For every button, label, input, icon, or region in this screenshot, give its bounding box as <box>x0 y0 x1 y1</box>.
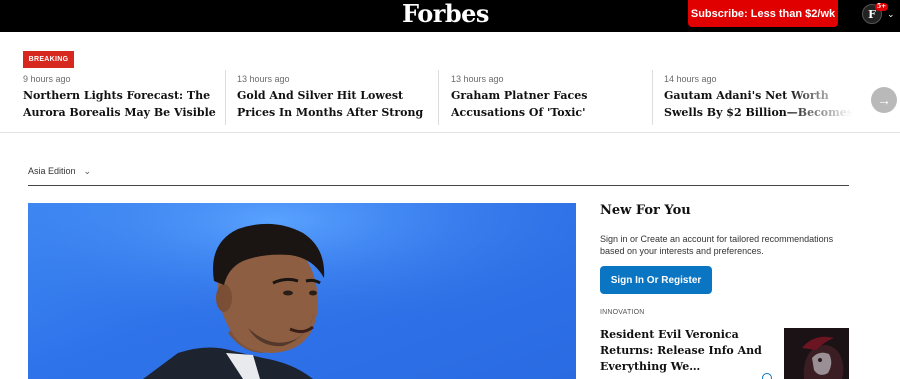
ticker-time: 13 hours ago <box>237 74 290 84</box>
ticker-divider <box>225 70 226 125</box>
ticker-fade <box>785 70 865 125</box>
ticker-item[interactable]: 13 hours ago Graham Platner Faces Accusa… <box>451 73 651 121</box>
ticker-divider <box>438 70 439 125</box>
story-thumbnail[interactable] <box>784 328 849 379</box>
ticker-divider <box>652 70 653 125</box>
rail-title: New For You <box>600 203 691 218</box>
sign-in-register-button[interactable]: Sign In Or Register <box>600 266 712 294</box>
ticker-item[interactable]: 9 hours ago Northern Lights Forecast: Th… <box>23 73 223 121</box>
edition-selector[interactable]: Asia Edition ⌄ <box>28 164 91 178</box>
story-headline[interactable]: Resident Evil Veronica Returns: Release … <box>600 327 775 375</box>
story-thumbnail-illustration <box>784 328 849 379</box>
notification-badge: 5+ <box>875 3 889 11</box>
arrow-right-icon: → <box>877 92 891 108</box>
chevron-down-icon: ⌄ <box>83 165 92 176</box>
top-navigation-bar: Forbes Subscribe: Less than $2/wk F 5+ ⌄ <box>0 0 900 32</box>
ticker-headline[interactable]: Gold And Silver Hit Lowest Prices In Mon… <box>237 87 437 121</box>
breaking-badge: BREAKING <box>23 51 74 68</box>
ticker-headline[interactable]: Northern Lights Forecast: The Aurora Bor… <box>23 87 223 121</box>
hero-image[interactable] <box>28 203 576 379</box>
user-menu[interactable]: F 5+ ⌄ <box>862 3 898 25</box>
bookmark-icon[interactable] <box>762 373 772 379</box>
subscribe-button[interactable]: Subscribe: Less than $2/wk <box>688 0 838 27</box>
edition-label: Asia Edition <box>28 166 76 176</box>
section-label[interactable]: INNOVATION <box>600 309 645 316</box>
avatar-initial: F <box>868 7 876 21</box>
ticker-time: 13 hours ago <box>451 74 504 84</box>
ticker-headline[interactable]: Graham Platner Faces Accusations Of 'Tox… <box>451 87 651 121</box>
ticker-next-button[interactable]: → <box>871 87 897 113</box>
chevron-down-icon[interactable]: ⌄ <box>887 9 895 20</box>
ticker-item[interactable]: 13 hours ago Gold And Silver Hit Lowest … <box>237 73 437 121</box>
ticker-time: 9 hours ago <box>23 74 71 84</box>
hero-photo-illustration <box>28 203 576 379</box>
avatar[interactable]: F 5+ <box>862 3 889 24</box>
forbes-logo[interactable]: Forbes <box>402 0 489 32</box>
edition-rule <box>28 185 849 186</box>
rail-description: Sign in or Create an account for tailore… <box>600 234 834 256</box>
ticker-bottom-rule <box>0 132 900 133</box>
